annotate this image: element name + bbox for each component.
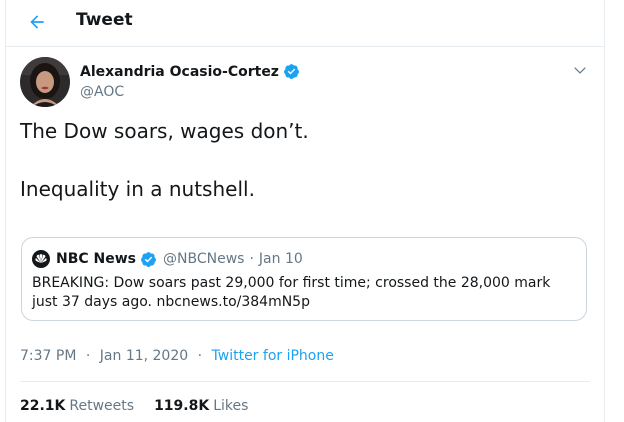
retweets-count: 22.1K (20, 398, 66, 414)
avatar[interactable] (20, 57, 70, 107)
likes-label: Likes (213, 398, 249, 414)
likes-stat[interactable]: 119.8K Likes (154, 398, 248, 414)
tweet-paragraph: The Dow soars, wages don’t. (20, 119, 309, 143)
retweets-label: Retweets (69, 398, 135, 414)
quoted-author-handle: @NBCNews (163, 251, 245, 267)
author-name-text: Alexandria Ocasio-Cortez (80, 63, 279, 80)
tweet-time: 7:37 PM (20, 348, 77, 364)
separator-dot: · (249, 251, 254, 267)
arrow-left-icon (30, 15, 44, 29)
tweet-column: Tweet Alexandria Ocasio-Cortez @AOC The … (5, 0, 605, 422)
quoted-tweet-date: Jan 10 (258, 251, 303, 267)
author-display-name[interactable]: Alexandria Ocasio-Cortez (80, 63, 300, 80)
tweet-meta: 7:37 PM · Jan 11, 2020 · Twitter for iPh… (20, 348, 334, 364)
tweet-stats: 22.1K Retweets 119.8K Likes (20, 398, 268, 414)
verified-badge-icon (284, 64, 299, 79)
tweet-paragraph: Inequality in a nutshell. (20, 177, 255, 201)
tweet-body: The Dow soars, wages don’t. Inequality i… (20, 117, 590, 204)
divider (20, 381, 590, 382)
nbc-peacock-icon (32, 250, 50, 268)
retweets-stat[interactable]: 22.1K Retweets (20, 398, 134, 414)
tweet-source-link[interactable]: Twitter for iPhone (212, 348, 334, 364)
quoted-tweet-text: BREAKING: Dow soars past 29,000 for firs… (32, 275, 551, 310)
chevron-down-icon (574, 67, 586, 74)
page-header: Tweet (6, 0, 604, 47)
quoted-tweet-header: NBC News @NBCNews · Jan 10 (32, 250, 303, 268)
quoted-tweet-card[interactable]: NBC News @NBCNews · Jan 10 BREAKING: Dow… (21, 237, 587, 321)
tweet-date: Jan 11, 2020 (99, 348, 189, 364)
back-button[interactable] (22, 7, 52, 37)
separator-dot: · (85, 348, 91, 364)
quoted-author-name: NBC News (56, 251, 137, 267)
separator-dot: · (197, 348, 203, 364)
avatar-image (20, 57, 70, 107)
author-handle[interactable]: @AOC (80, 84, 124, 100)
more-options-button[interactable] (570, 60, 590, 80)
likes-count: 119.8K (154, 398, 210, 414)
page-title: Tweet (76, 10, 133, 30)
verified-badge-icon (141, 251, 156, 267)
